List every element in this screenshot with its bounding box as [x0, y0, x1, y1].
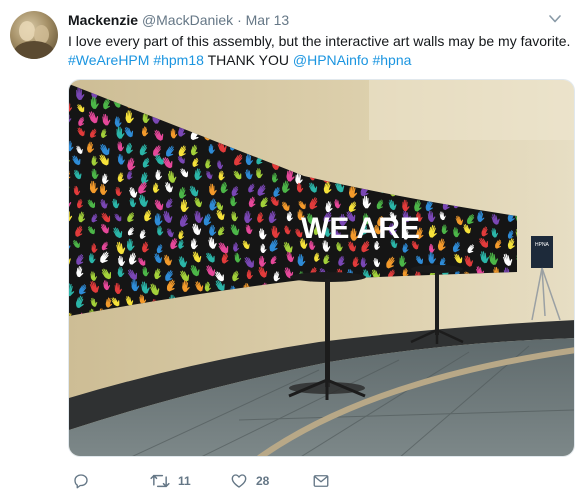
handprint [69, 80, 71, 81]
display-name[interactable]: Mackenzie [68, 12, 138, 28]
tweet-date[interactable]: Mar 13 [246, 12, 290, 28]
like-count: 28 [256, 474, 270, 488]
retweet-button[interactable]: 11 [150, 470, 191, 492]
retweet-icon [150, 474, 170, 488]
tweet-photo[interactable]: WE ARE HPNA [68, 79, 575, 457]
reply-button[interactable] [72, 470, 90, 492]
direct-message-button[interactable] [312, 470, 330, 492]
user-handle[interactable]: @MackDaniek [142, 12, 233, 28]
separator: · [237, 12, 242, 28]
avatar-body [14, 41, 54, 59]
reply-icon [74, 474, 88, 489]
tweet-header: Mackenzie @MackDaniek · Mar 13 [68, 11, 562, 29]
envelope-icon [313, 475, 329, 487]
tweet-text: I love every part of this assembly, but … [68, 32, 573, 70]
avatar-face [19, 21, 35, 41]
hashtag-link[interactable]: #hpna [372, 52, 411, 68]
avatar[interactable] [10, 11, 58, 59]
sign-text: HPNA [535, 242, 550, 248]
tweet-body: THANK YOU [207, 52, 289, 68]
hashtag-link[interactable]: #WeAreHPM [68, 52, 149, 68]
retweet-count: 11 [178, 474, 191, 488]
photo-scene: WE ARE HPNA [69, 80, 574, 456]
tweet-actions: 11 28 [68, 470, 468, 492]
chevron-down-icon[interactable] [548, 13, 562, 25]
mural-text: WE ARE [301, 212, 420, 245]
heart-icon [231, 474, 247, 488]
hashtag-link[interactable]: #hpm18 [153, 52, 204, 68]
tweet-body: I love every part of this assembly, but … [68, 33, 571, 49]
mention-link[interactable]: @HPNAinfo [293, 52, 369, 68]
like-button[interactable]: 28 [230, 470, 269, 492]
